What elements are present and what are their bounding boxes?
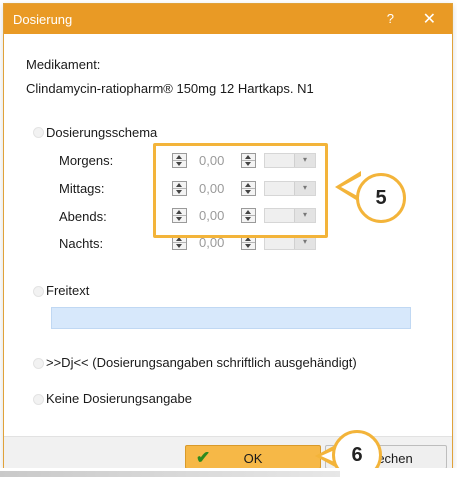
row-label-mittags: Mittags: (59, 181, 105, 196)
title-bar: Dosierung ? ✕ (4, 4, 452, 34)
dj-label: >>Dj<< (Dosierungsangaben schriftlich au… (46, 355, 357, 370)
freitext-input[interactable] (51, 307, 411, 329)
radio-freitext[interactable] (33, 286, 44, 297)
callout-5: 5 (356, 173, 406, 223)
dosierungsschema-label: Dosierungsschema (46, 125, 158, 140)
ok-label: OK (243, 451, 263, 466)
spin-down-icon (176, 244, 182, 248)
row-label-abends: Abends: (59, 209, 107, 224)
row-label-morgens: Morgens: (59, 153, 114, 168)
freitext-label: Freitext (46, 283, 90, 298)
row-label-nachts: Nachts: (59, 236, 104, 251)
radio-dj[interactable] (33, 358, 44, 369)
ok-button[interactable]: ✔ OK (185, 445, 321, 469)
keine-label: Keine Dosierungsangabe (46, 391, 192, 406)
window-shadow (0, 468, 457, 486)
medication-label: Medikament: (26, 57, 101, 72)
close-icon[interactable]: ✕ (423, 9, 436, 29)
radio-keine[interactable] (33, 394, 44, 405)
help-icon[interactable]: ? (387, 11, 394, 26)
radio-dosierungsschema[interactable] (33, 127, 44, 138)
window-title: Dosierung (13, 12, 73, 27)
spin-down-icon (245, 244, 251, 248)
highlight-frame-5 (153, 143, 328, 238)
medication-name: Clindamycin-ratiopharm® 150mg 12 Hartkap… (26, 81, 314, 96)
